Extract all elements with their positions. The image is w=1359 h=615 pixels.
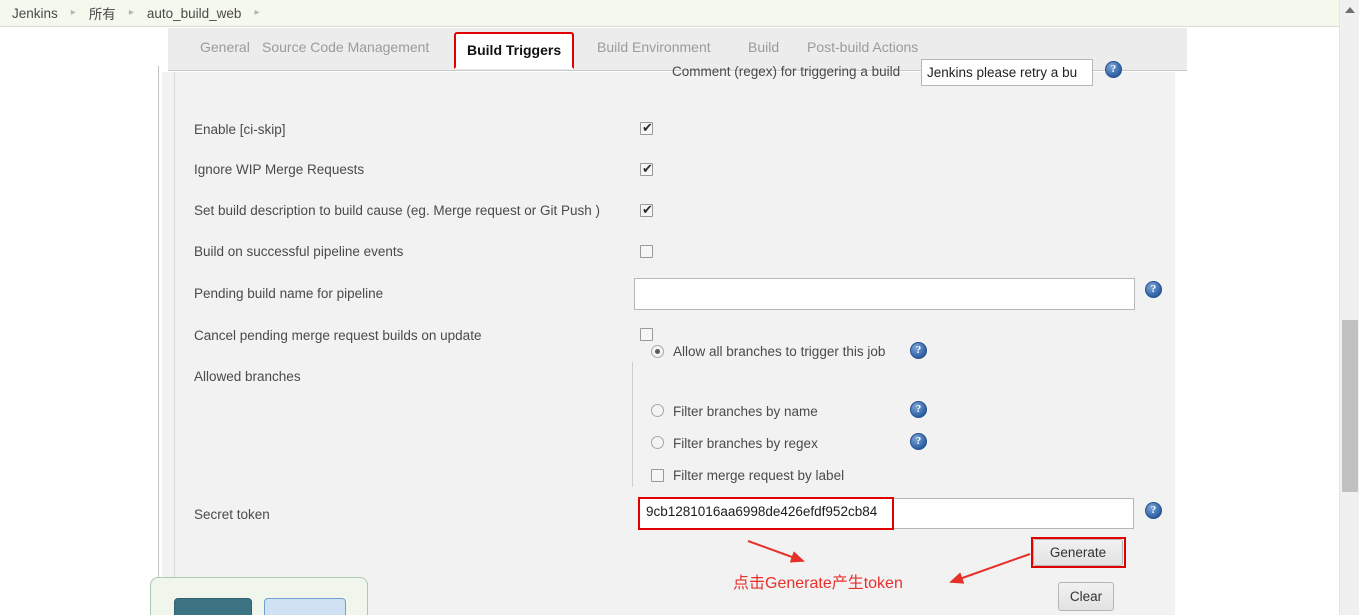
tab-general[interactable]: General [198, 39, 252, 55]
build-on-pipeline-checkbox[interactable] [640, 245, 653, 258]
cancel-pending-checkbox[interactable] [640, 328, 653, 341]
form-panel-inner-rule [174, 72, 175, 615]
enable-ci-skip-checkbox[interactable] [640, 119, 654, 136]
help-icon[interactable]: ? [910, 401, 927, 418]
help-icon[interactable]: ? [910, 433, 927, 450]
radio-filter-branches-by-regex-label: Filter branches by regex [673, 436, 818, 451]
generate-button[interactable]: Generate [1033, 539, 1123, 566]
breadcrumb-item-auto-build-web[interactable]: auto_build_web [147, 6, 242, 21]
tab-build-environment[interactable]: Build Environment [595, 39, 713, 55]
scrollbar-thumb[interactable] [1342, 320, 1358, 492]
tab-source-code-management[interactable]: Source Code Management [260, 39, 431, 55]
pending-build-name-input[interactable] [634, 278, 1135, 310]
annotation-text: 点击Generate产生token [733, 575, 903, 592]
radio-allow-all-branches-label: Allow all branches to trigger this job [673, 344, 886, 359]
filter-merge-request-by-label-checkbox[interactable] [651, 469, 664, 482]
breadcrumb-separator-icon: ▸ [254, 7, 260, 18]
breadcrumb-item-all[interactable]: 所有 [89, 3, 116, 23]
floating-primary-button[interactable] [174, 598, 252, 615]
pending-build-name-label: Pending build name for pipeline [194, 286, 384, 301]
radio-filter-branches-by-name[interactable] [651, 404, 664, 417]
radio-filter-branches-by-regex[interactable] [651, 436, 664, 449]
breadcrumb: Jenkins ▸ 所有 ▸ auto_build_web ▸ [0, 0, 1339, 27]
build-triggers-form-panel [162, 72, 1175, 615]
secret-token-input[interactable]: 9cb1281016aa6998de426efdf952cb84 [638, 498, 1134, 529]
enable-ci-skip-label: Enable [ci-skip] [194, 122, 286, 137]
page-scrollbar[interactable] [1339, 0, 1359, 615]
filter-merge-request-by-label-label: Filter merge request by label [673, 468, 845, 483]
floating-secondary-button[interactable] [264, 598, 346, 615]
build-on-pipeline-label: Build on successful pipeline events [194, 244, 404, 259]
cancel-pending-label: Cancel pending merge request builds on u… [194, 328, 482, 343]
secret-token-label: Secret token [194, 507, 270, 522]
page-right-whitespace [1187, 28, 1320, 615]
comment-regex-label: Comment (regex) for triggering a build [672, 64, 901, 79]
breadcrumb-item-jenkins[interactable]: Jenkins [12, 6, 58, 21]
form-panel-left-border [158, 66, 159, 615]
allowed-branches-label: Allowed branches [194, 369, 301, 384]
comment-regex-input[interactable]: Jenkins please retry a bu [921, 59, 1093, 86]
ignore-wip-label: Ignore WIP Merge Requests [194, 162, 365, 177]
radio-allow-all-branches[interactable] [651, 345, 664, 358]
tab-post-build-actions[interactable]: Post-build Actions [805, 39, 920, 55]
breadcrumb-separator-icon: ▸ [128, 7, 134, 18]
help-icon[interactable]: ? [1145, 502, 1162, 519]
allowed-branches-divider [632, 362, 633, 487]
tab-build-triggers[interactable]: Build Triggers [454, 32, 575, 69]
help-icon[interactable]: ? [1105, 61, 1122, 78]
tab-build[interactable]: Build [746, 39, 781, 55]
help-icon[interactable]: ? [910, 342, 927, 359]
scroll-up-arrow-icon[interactable] [1345, 7, 1355, 13]
clear-button[interactable]: Clear [1058, 582, 1114, 611]
jenkins-job-config-screen: Jenkins ▸ 所有 ▸ auto_build_web ▸ General … [0, 0, 1359, 615]
ignore-wip-checkbox[interactable] [640, 160, 654, 177]
set-build-description-label: Set build description to build cause (eg… [194, 203, 600, 218]
radio-filter-branches-by-name-label: Filter branches by name [673, 404, 818, 419]
help-icon[interactable]: ? [1145, 281, 1162, 298]
breadcrumb-separator-icon: ▸ [70, 7, 76, 18]
set-build-description-checkbox[interactable] [640, 201, 654, 218]
